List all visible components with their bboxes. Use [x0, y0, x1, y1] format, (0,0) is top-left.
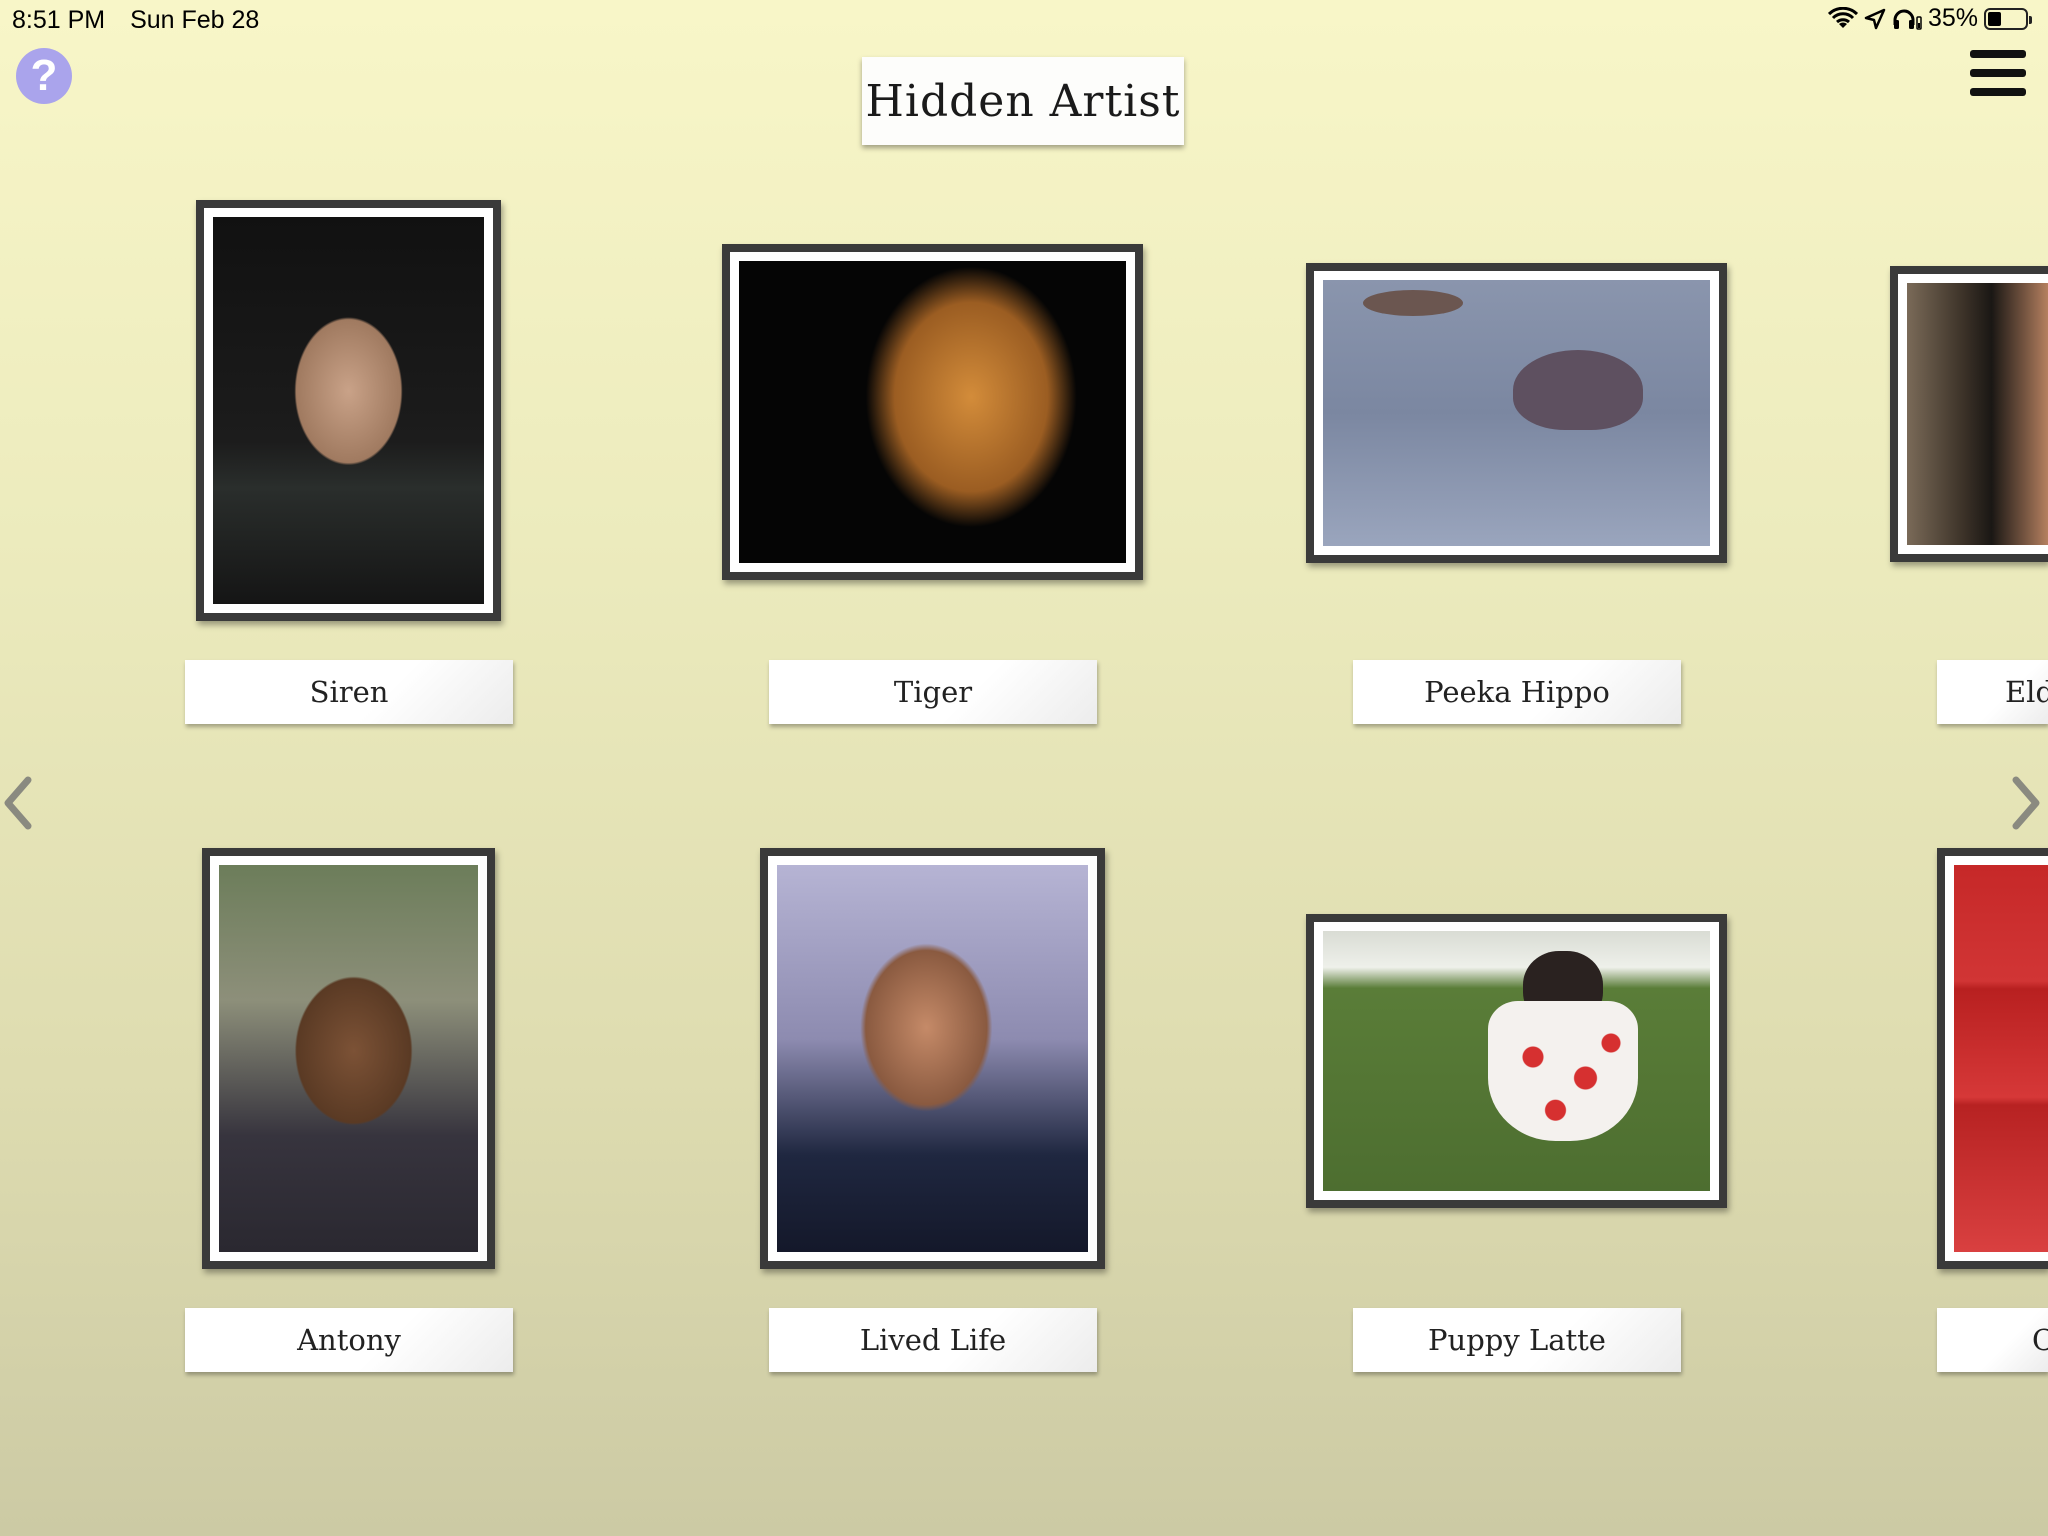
artwork-antony[interactable] — [202, 848, 495, 1269]
tiger-painting-image — [739, 261, 1126, 563]
status-left: 8:51 PM Sun Feb 28 — [12, 6, 277, 35]
hippo-in-water-image — [1323, 280, 1710, 546]
artwork-label-antony[interactable]: Antony — [185, 1308, 513, 1372]
menu-bar — [1970, 50, 2026, 58]
artwork-label-partial-2[interactable]: C — [1937, 1308, 2048, 1372]
artwork-tiger[interactable] — [722, 244, 1143, 580]
partial-portrait-image — [1907, 283, 2048, 545]
help-button[interactable]: ? — [16, 48, 72, 104]
portrait-old-man-beard-image — [777, 865, 1088, 1252]
battery-fill — [1988, 11, 2001, 26]
artwork-partial-1[interactable] — [1890, 266, 2048, 562]
page-title: Hidden Artist — [862, 57, 1184, 145]
artwork-label-peeka-hippo[interactable]: Peeka Hippo — [1353, 660, 1681, 724]
status-right: 35% — [1827, 4, 2032, 33]
menu-bar — [1970, 88, 2026, 96]
status-date: Sun Feb 28 — [130, 6, 260, 34]
location-arrow-icon — [1864, 8, 1886, 29]
artwork-label-lived-life[interactable]: Lived Life — [769, 1308, 1097, 1372]
portrait-man-moustache-image — [219, 865, 478, 1252]
artwork-label-partial-1[interactable]: Elde — [1937, 660, 2048, 724]
battery-percent: 35% — [1927, 4, 1978, 32]
hamburger-menu-icon[interactable] — [1970, 50, 2026, 96]
artwork-peeka-hippo[interactable] — [1306, 263, 1727, 563]
help-icon: ? — [30, 51, 58, 100]
partial-red-painting-image — [1954, 865, 2048, 1252]
artwork-lived-life[interactable] — [760, 848, 1105, 1269]
artwork-label-siren[interactable]: Siren — [185, 660, 513, 724]
artwork-label-puppy-latte[interactable]: Puppy Latte — [1353, 1308, 1681, 1372]
headphones-icon — [1893, 9, 1922, 30]
artwork-partial-2[interactable] — [1937, 848, 2048, 1269]
puppy-in-cup-image — [1323, 931, 1710, 1191]
status-time: 8:51 PM — [12, 6, 106, 34]
battery-icon — [1984, 7, 2032, 30]
status-bar: 8:51 PM Sun Feb 28 35% — [0, 0, 2048, 40]
artwork-puppy-latte[interactable] — [1306, 914, 1727, 1208]
artwork-siren[interactable] — [196, 200, 501, 621]
next-page-arrow[interactable] — [2012, 776, 2042, 830]
artwork-label-tiger[interactable]: Tiger — [769, 660, 1097, 724]
portrait-woman-in-water-image — [213, 217, 484, 604]
wifi-icon — [1827, 6, 1858, 28]
previous-page-arrow[interactable] — [2, 776, 32, 830]
menu-bar — [1970, 69, 2026, 77]
